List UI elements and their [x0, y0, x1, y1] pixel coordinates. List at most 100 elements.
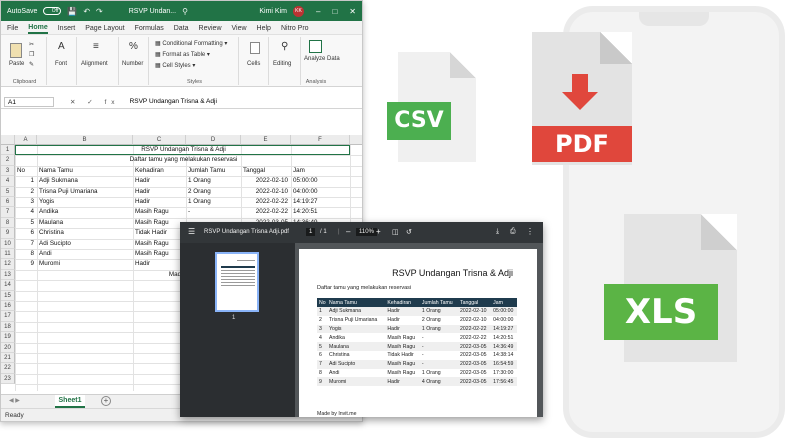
table-cell[interactable]: 9 — [15, 259, 37, 269]
undo-icon[interactable]: ↶ — [83, 7, 90, 16]
zoom-in-icon[interactable]: + — [376, 227, 381, 236]
row-header[interactable]: 18 — [1, 321, 15, 333]
table-cell[interactable]: Yogis — [37, 197, 133, 207]
menu-icon[interactable]: ☰ — [188, 227, 195, 236]
table-cell[interactable]: 2022-02-22 — [241, 207, 291, 217]
table-cell[interactable]: 2022-02-10 — [241, 187, 291, 197]
table-cell[interactable]: 14:19:27 — [291, 197, 350, 207]
copy-icon[interactable]: ❐ — [29, 51, 34, 58]
column-header[interactable]: A — [15, 135, 37, 145]
table-cell[interactable]: 6 — [15, 228, 37, 238]
table-cell[interactable]: Adi Sucipto — [37, 239, 133, 249]
table-cell[interactable]: 2 — [15, 187, 37, 197]
header-cell[interactable]: No — [15, 166, 37, 176]
ribbon-tab[interactable]: Home — [28, 24, 48, 34]
row-header[interactable]: 10 — [1, 238, 15, 249]
print-icon[interactable]: ⎙ — [510, 228, 516, 236]
row-header[interactable]: 15 — [1, 290, 15, 301]
row-header[interactable]: 1 — [1, 145, 15, 156]
table-cell[interactable]: 4 — [15, 207, 37, 217]
column-header[interactable]: E — [241, 135, 291, 145]
ribbon-tab[interactable]: Review — [199, 25, 222, 34]
table-cell[interactable]: 1 — [15, 176, 37, 186]
table-cell[interactable]: 7 — [15, 239, 37, 249]
table-cell[interactable]: Muromi — [37, 259, 133, 269]
row-header[interactable]: 19 — [1, 332, 15, 343]
column-header[interactable]: B — [37, 135, 133, 145]
row-header[interactable]: 9 — [1, 228, 15, 239]
table-cell[interactable]: 2022-02-10 — [241, 176, 291, 186]
table-cell[interactable]: Maulana — [37, 218, 133, 228]
row-header[interactable]: 2 — [1, 155, 15, 166]
maximize-icon[interactable]: □ — [332, 7, 337, 16]
analyze-data-icon[interactable] — [309, 40, 322, 53]
table-cell[interactable]: 04:00:00 — [291, 187, 350, 197]
table-cell[interactable]: Trisna Puji Umariana — [37, 187, 133, 197]
table-cell[interactable]: 8 — [15, 249, 37, 259]
row-header[interactable]: 11 — [1, 249, 15, 260]
paste-icon[interactable] — [10, 43, 22, 58]
row-header[interactable]: 5 — [1, 186, 15, 197]
table-cell[interactable]: Masih Ragu — [133, 239, 186, 249]
autosave-toggle[interactable]: Off — [43, 7, 62, 15]
table-cell[interactable]: Hadir — [133, 176, 186, 186]
save-icon[interactable]: 💾 — [67, 7, 77, 16]
cells-group[interactable]: Cells — [241, 37, 269, 85]
ribbon-tab[interactable]: Formulas — [135, 25, 164, 34]
fx-icon[interactable]: ✕ ✓ fx — [70, 98, 120, 106]
table-cell[interactable]: Masih Ragu — [133, 218, 186, 228]
download-icon[interactable]: ⤓ — [496, 228, 499, 236]
table-cell[interactable]: 1 Orang — [186, 197, 241, 207]
table-cell[interactable]: 05:00:00 — [291, 176, 350, 186]
row-header[interactable]: 17 — [1, 311, 15, 322]
row-header[interactable]: 6 — [1, 197, 15, 208]
close-icon[interactable]: ✕ — [349, 7, 356, 16]
row-header[interactable]: 8 — [1, 217, 15, 229]
row-header[interactable]: 21 — [1, 353, 15, 364]
row-header[interactable]: 23 — [1, 373, 15, 385]
table-cell[interactable]: 3 — [15, 197, 37, 207]
row-header[interactable]: 12 — [1, 259, 15, 270]
table-cell[interactable]: - — [186, 207, 241, 217]
sheet-nav-arrows[interactable]: ◀ ▶ — [9, 397, 20, 404]
page-thumbnail[interactable] — [215, 252, 259, 312]
ribbon-tab[interactable]: Insert — [58, 25, 76, 34]
ribbon-tab[interactable]: Data — [174, 25, 189, 34]
number-group[interactable]: % Number — [121, 37, 149, 85]
name-box[interactable]: A1 — [4, 96, 54, 107]
table-cell[interactable]: Masih Ragu — [133, 249, 186, 259]
column-header[interactable]: D — [186, 135, 241, 145]
table-cell[interactable]: Adji Sukmana — [37, 176, 133, 186]
table-cell[interactable]: Hadir — [133, 197, 186, 207]
paste-button[interactable]: Paste — [9, 61, 24, 67]
font-group[interactable]: A Font — [49, 37, 77, 85]
ribbon-tab[interactable]: Page Layout — [85, 25, 124, 34]
add-sheet-button[interactable]: + — [101, 396, 111, 406]
search-icon[interactable]: ⚲ — [182, 7, 188, 16]
header-cell[interactable]: Tanggal — [241, 166, 291, 176]
table-cell[interactable]: Tidak Hadir — [133, 228, 186, 238]
row-header[interactable]: 13 — [1, 269, 15, 281]
zoom-level[interactable]: 110% — [356, 228, 377, 236]
table-cell[interactable]: 2022-02-22 — [241, 197, 291, 207]
alignment-group[interactable]: ≡ Alignment — [79, 37, 119, 85]
sheet-subtitle-cell[interactable]: Daftar tamu yang melakukan reservasi — [15, 155, 350, 165]
formula-input[interactable]: RSVP Undangan Trisna & Adji — [130, 98, 217, 105]
rotate-icon[interactable]: ↺ — [406, 228, 412, 236]
ribbon-tab[interactable]: Help — [257, 25, 271, 34]
table-cell[interactable]: Andi — [37, 249, 133, 259]
conditional-formatting-button[interactable]: ▦ Conditional Formatting ▾ — [155, 40, 227, 47]
minimize-icon[interactable]: – — [316, 7, 320, 16]
row-header[interactable]: 7 — [1, 207, 15, 218]
row-header[interactable]: 16 — [1, 301, 15, 312]
fit-page-icon[interactable]: ◫ — [392, 228, 399, 236]
ribbon-tab[interactable]: View — [232, 25, 247, 34]
redo-icon[interactable]: ↷ — [96, 7, 103, 16]
select-all-corner[interactable] — [1, 135, 15, 145]
table-cell[interactable]: Hadir — [133, 259, 186, 269]
format-as-table-button[interactable]: ▦ Format as Table ▾ — [155, 51, 210, 58]
row-header[interactable]: 14 — [1, 280, 15, 291]
table-cell[interactable]: Hadir — [133, 187, 186, 197]
more-options-icon[interactable]: ⋮ — [526, 227, 534, 236]
row-header[interactable]: 3 — [1, 165, 15, 177]
